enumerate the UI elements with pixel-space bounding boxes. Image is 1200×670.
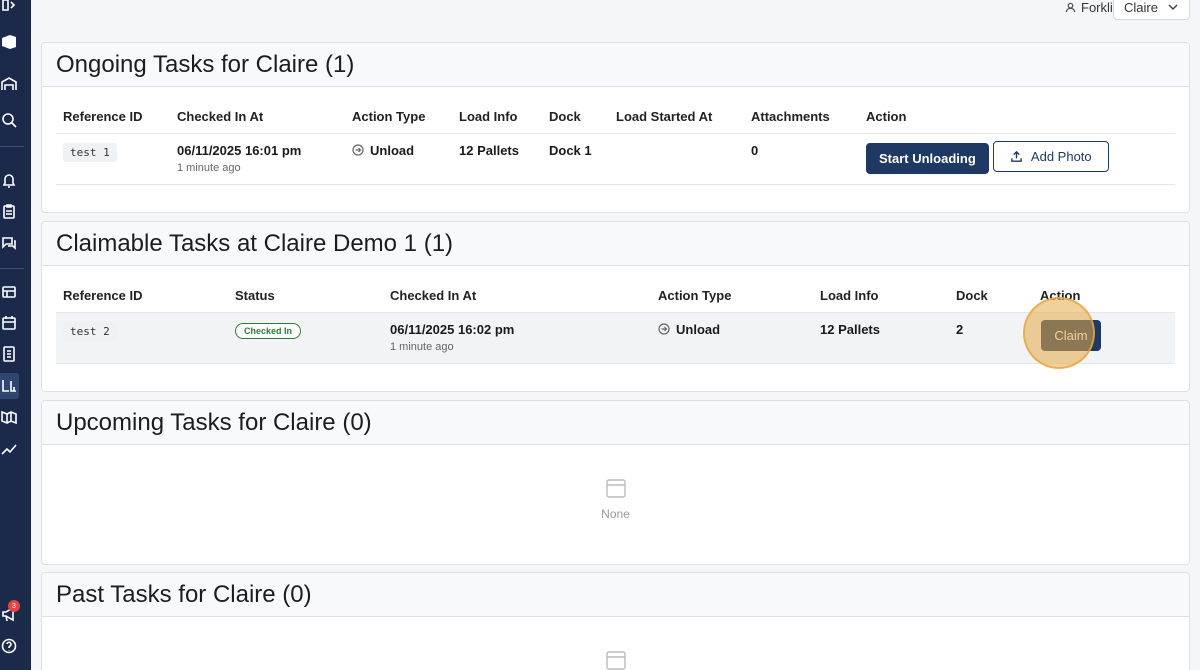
col-reference-id: Reference ID (56, 280, 228, 313)
col-load-info: Load Info (813, 280, 949, 313)
action-type: Unload (658, 322, 720, 337)
user-select[interactable]: Claire (1113, 0, 1190, 20)
load-info: 12 Pallets (813, 312, 949, 364)
table-row: test 2 Checked In 06/11/2025 16:02 pm 1 … (56, 312, 1175, 364)
ongoing-tasks-title: Ongoing Tasks for Claire (1) (42, 43, 1189, 87)
claimable-tasks-title: Claimable Tasks at Claire Demo 1 (1) (42, 222, 1189, 266)
forklift-icon[interactable] (0, 377, 18, 395)
reference-id: test 2 (63, 321, 117, 341)
checked-in-ago: 1 minute ago (390, 340, 454, 353)
warehouse-icon[interactable] (0, 75, 18, 93)
arrow-circle-icon (658, 323, 670, 335)
checked-in-at: 06/11/2025 16:02 pm (390, 321, 515, 337)
user-icon (1065, 2, 1076, 12)
help-icon[interactable] (0, 637, 18, 655)
col-action: Action (859, 101, 1175, 134)
col-reference-id: Reference ID (56, 101, 170, 134)
status-badge: Checked In (235, 322, 302, 339)
dock: 2 (949, 312, 1033, 364)
col-action: Action (1033, 280, 1175, 313)
upcoming-tasks-panel: Upcoming Tasks for Claire (0) None (41, 400, 1190, 565)
col-action-type: Action Type (651, 280, 813, 313)
col-dock: Dock (542, 101, 609, 134)
col-attachments: Attachments (744, 101, 859, 134)
claim-button[interactable]: Claim (1041, 320, 1101, 351)
col-load-info: Load Info (452, 101, 542, 134)
list-icon[interactable] (0, 283, 18, 301)
start-unloading-button[interactable]: Start Unloading (866, 142, 989, 174)
dock: Dock 1 (542, 133, 609, 185)
load-info: 12 Pallets (452, 133, 542, 185)
add-photo-button[interactable]: Add Photo (992, 140, 1109, 172)
analytics-icon[interactable] (0, 440, 18, 458)
building-icon[interactable] (0, 345, 18, 363)
user-role: Forklift (1065, 0, 1120, 15)
sidebar: 3 (0, 0, 31, 670)
search-icon[interactable] (0, 111, 18, 129)
attachments-count: 0 (744, 133, 859, 185)
col-load-started-at: Load Started At (609, 101, 744, 134)
notification-badge: 3 (8, 600, 20, 612)
checked-in-at: 06/11/2025 16:01 pm (177, 142, 302, 158)
action-type: Unload (352, 143, 414, 158)
empty-text: None (601, 507, 630, 521)
col-dock: Dock (949, 280, 1033, 313)
col-status: Status (228, 280, 383, 313)
col-checked-in-at: Checked In At (383, 280, 651, 313)
calendar-icon[interactable] (0, 314, 18, 332)
table-row: test 1 06/11/2025 16:01 pm 1 minute ago … (56, 133, 1175, 185)
map-icon[interactable] (0, 408, 18, 426)
collapse-sidebar-icon[interactable] (0, 0, 18, 14)
ongoing-tasks-panel: Ongoing Tasks for Claire (1) Reference I… (41, 42, 1190, 213)
user-select-value: Claire (1124, 0, 1158, 15)
load-started-at (609, 133, 744, 185)
bell-icon[interactable] (0, 171, 18, 189)
col-checked-in-at: Checked In At (170, 101, 345, 134)
arrow-circle-icon (352, 144, 364, 156)
reference-id: test 1 (63, 142, 117, 162)
past-tasks-title: Past Tasks for Claire (0) (42, 573, 1189, 617)
claimable-tasks-table: Reference ID Status Checked In At Action… (56, 280, 1175, 364)
ongoing-tasks-table: Reference ID Checked In At Action Type L… (56, 101, 1175, 185)
chevron-down-icon (1168, 4, 1178, 11)
claimable-tasks-panel: Claimable Tasks at Claire Demo 1 (1) Ref… (41, 221, 1190, 392)
empty-state (42, 649, 1189, 670)
upload-icon (1011, 150, 1022, 162)
chat-icon[interactable] (0, 234, 18, 252)
clipboard-icon[interactable] (0, 202, 18, 220)
checked-in-ago: 1 minute ago (177, 161, 241, 174)
past-tasks-panel: Past Tasks for Claire (0) (41, 572, 1190, 670)
empty-state: None (42, 477, 1189, 521)
calendar-empty-icon (605, 479, 626, 498)
col-action-type: Action Type (345, 101, 452, 134)
logo-icon[interactable] (0, 33, 18, 51)
upcoming-tasks-title: Upcoming Tasks for Claire (0) (42, 401, 1189, 445)
calendar-empty-icon (605, 651, 626, 670)
